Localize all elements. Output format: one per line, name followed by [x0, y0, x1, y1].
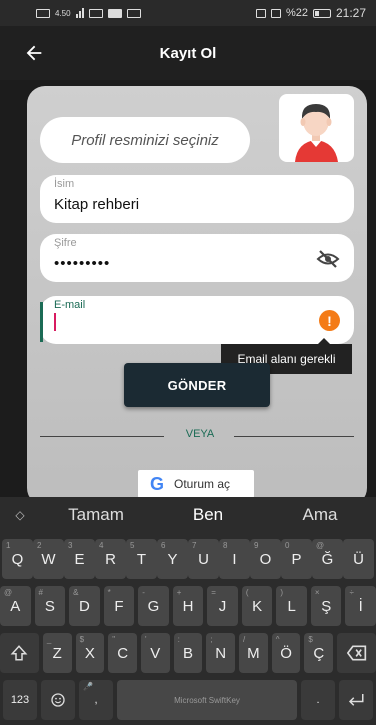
suggestion-1[interactable]: Tamam [40, 505, 152, 525]
key[interactable]: 8I [219, 539, 250, 579]
divider-right [234, 436, 354, 437]
battery-percent: %22 [285, 7, 308, 19]
key[interactable]: 7U [188, 539, 219, 579]
key[interactable]: ' V [140, 633, 170, 673]
message-icon [126, 8, 141, 18]
clock: 21:27 [335, 6, 366, 20]
emoji-key[interactable] [41, 680, 75, 720]
comma-key[interactable]: 🎤, [79, 680, 113, 720]
shift-icon [11, 645, 28, 661]
status-right: %22 21:27 [255, 6, 366, 20]
suggestion-2[interactable]: Ben [152, 505, 264, 525]
backspace-key[interactable] [337, 633, 376, 673]
nfc-icon [255, 8, 266, 18]
mic-icon: 🎤 [83, 682, 93, 691]
key[interactable]: / M [239, 633, 268, 673]
key[interactable]: ; N [206, 633, 236, 673]
eye-off-icon[interactable] [316, 249, 340, 269]
key[interactable]: 9O [250, 539, 281, 579]
arrow-left-icon [26, 45, 42, 61]
key[interactable]: $ X [75, 633, 105, 673]
key[interactable]: ÷ İ [345, 586, 376, 626]
vibrate-icon [270, 8, 281, 18]
submit-label: GÖNDER [167, 377, 227, 393]
network-speed: 4.50 [55, 8, 71, 18]
key[interactable]: ) L [276, 586, 307, 626]
key[interactable]: 5T [126, 539, 157, 579]
google-sign-in-button[interactable]: G Oturum aç [138, 470, 254, 498]
key[interactable]: ^ Ö [271, 633, 301, 673]
key-row-4: 123 🎤, Microsoft SwiftKey . [0, 680, 376, 720]
key[interactable]: Ü [343, 539, 374, 579]
key[interactable]: 1Q [2, 539, 33, 579]
suggestion-bar: ◇ Tamam Ben Ama [0, 497, 376, 533]
key[interactable]: :B [173, 633, 203, 673]
app-icon [107, 8, 122, 18]
key[interactable]: 4R [95, 539, 126, 579]
text-cursor [54, 313, 56, 331]
error-icon: ! [319, 310, 340, 331]
emoji-icon [51, 693, 65, 707]
backspace-icon [346, 645, 366, 661]
email-field[interactable]: E-mail ! [40, 296, 354, 344]
key[interactable]: _ Z [42, 633, 72, 673]
password-value: ••••••••• [54, 255, 111, 272]
key[interactable]: @ A [0, 586, 31, 626]
numbers-key[interactable]: 123 [3, 680, 37, 720]
battery-icon [312, 8, 331, 18]
email-label: E-mail [54, 299, 86, 311]
key[interactable]: @ Ğ [312, 539, 343, 579]
choose-photo-button[interactable]: Profil resminizi seçiniz [40, 117, 250, 163]
key[interactable]: × Ş [310, 586, 342, 626]
google-icon: G [150, 474, 165, 494]
mail-icon [88, 8, 103, 18]
key[interactable]: * F [103, 586, 135, 626]
expand-icon[interactable]: ◇ [0, 508, 40, 522]
name-label: İsim [54, 178, 75, 190]
avatar[interactable] [279, 94, 354, 162]
key[interactable]: & D [69, 586, 100, 626]
email-focus-indicator [40, 302, 43, 342]
keyboard: ◇ Tamam Ben Ama 1Q 2W 3E 4R 5T 6Y 7U 8I … [0, 497, 376, 725]
key[interactable]: 3E [64, 539, 95, 579]
period-key[interactable]: . [301, 680, 335, 720]
page-title: Kayıt Ol [159, 44, 217, 62]
password-label: Şifre [54, 237, 77, 249]
key[interactable]: + H [172, 586, 204, 626]
key[interactable]: = J [207, 586, 238, 626]
suggestion-3[interactable]: Ama [264, 505, 376, 525]
key[interactable]: -G [138, 586, 169, 626]
notification-icon [36, 8, 50, 18]
status-left: 4.50 [36, 8, 141, 18]
key[interactable]: (K [241, 586, 273, 626]
back-button[interactable] [20, 39, 48, 67]
key[interactable]: # S [34, 586, 66, 626]
user-avatar-icon [295, 104, 338, 162]
divider-text: VEYA [185, 428, 215, 440]
name-field[interactable]: İsim Kitap rehberi [40, 175, 354, 223]
key-row-2: @ A # S & D * F -G + H = J (K ) L × Ş ÷ İ [0, 586, 376, 626]
status-bar: 4.50 %22 21:27 [0, 0, 376, 26]
shift-key[interactable] [0, 633, 39, 673]
signal-icon [75, 8, 84, 18]
divider-left [40, 436, 164, 437]
submit-button[interactable]: GÖNDER [124, 363, 270, 407]
app-bar: Kayıt Ol [0, 26, 376, 80]
enter-icon [348, 694, 364, 706]
key[interactable]: 2W [33, 539, 64, 579]
google-sign-in-label: Oturum aç [174, 477, 231, 491]
key[interactable]: 0P [281, 539, 312, 579]
enter-key[interactable] [339, 680, 373, 720]
key[interactable]: $ Ç [304, 633, 334, 673]
choose-photo-label: Profil resminizi seçiniz [71, 131, 219, 149]
space-key[interactable]: Microsoft SwiftKey [117, 680, 297, 720]
key[interactable]: 6Y [157, 539, 188, 579]
password-field[interactable]: Şifre ••••••••• [40, 234, 354, 282]
key-row-1: 1Q 2W 3E 4R 5T 6Y 7U 8I 9O 0P @ Ğ Ü [0, 539, 376, 579]
key[interactable]: " C [108, 633, 137, 673]
key-row-3: _ Z $ X " C ' V :B ; N / M ^ Ö $ Ç [0, 633, 376, 673]
name-value: Kitap rehberi [54, 196, 140, 213]
